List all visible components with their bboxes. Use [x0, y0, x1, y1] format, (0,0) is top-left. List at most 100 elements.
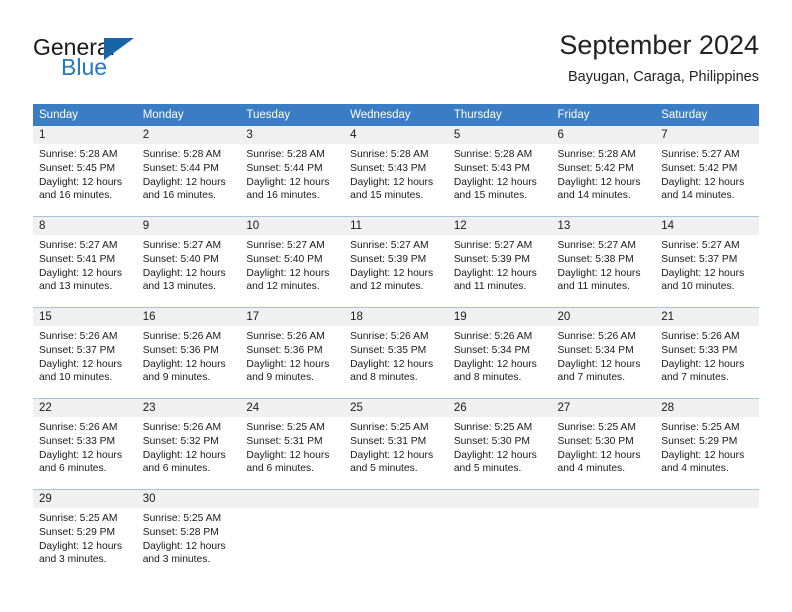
- calendar-day-cell[interactable]: 15 Sunrise: 5:26 AM Sunset: 5:37 PM Dayligh…: [33, 307, 137, 392]
- day-cell-inner: 11 Sunrise: 5:27 AM Sunset: 5:39 PM Dayligh…: [344, 217, 448, 301]
- day-number: 1: [33, 126, 137, 144]
- calendar-day-cell[interactable]: 10 Sunrise: 5:27 AM Sunset: 5:40 PM Dayligh…: [240, 216, 345, 301]
- day-cell-inner: 25 Sunrise: 5:25 AM Sunset: 5:31 PM Dayligh…: [344, 399, 448, 483]
- weekday-header-saturday: Saturday: [655, 104, 759, 126]
- day-number: 18: [344, 308, 448, 326]
- sunrise-text: Sunrise: 5:28 AM: [142, 149, 222, 160]
- calendar-day-cell-empty: [655, 489, 759, 574]
- calendar-day-cell[interactable]: 4 Sunrise: 5:28 AM Sunset: 5:43 PM Daylight…: [344, 126, 448, 210]
- day-cell-inner: [447, 490, 552, 574]
- day-cell-details: Sunrise: 5:27 AM Sunset: 5:39 PM Daylight:…: [448, 235, 552, 294]
- sunrise-text: Sunrise: 5:25 AM: [39, 513, 118, 524]
- daylight-text: Daylight: 12 hours and 3 minutes.: [142, 540, 226, 566]
- day-number: 27: [551, 399, 656, 417]
- day-cell-inner: 28 Sunrise: 5:25 AM Sunset: 5:29 PM Dayligh…: [655, 399, 759, 483]
- sunset-text: Sunset: 5:37 PM: [661, 253, 738, 265]
- day-cell-inner: 13 Sunrise: 5:27 AM Sunset: 5:38 PM Dayligh…: [551, 217, 656, 301]
- weekday-header-friday: Friday: [551, 104, 656, 126]
- day-cell-inner: 22 Sunrise: 5:26 AM Sunset: 5:33 PM Dayligh…: [33, 399, 137, 483]
- weekday-header-sunday: Sunday: [33, 104, 137, 126]
- day-number: 16: [136, 308, 241, 326]
- daylight-text: Daylight: 12 hours and 11 minutes.: [557, 267, 641, 293]
- day-cell-details: Sunrise: 5:25 AM Sunset: 5:29 PM Daylight:…: [33, 508, 137, 567]
- day-number: 25: [344, 399, 448, 417]
- calendar-day-cell[interactable]: 23 Sunrise: 5:26 AM Sunset: 5:32 PM Dayligh…: [136, 398, 241, 483]
- day-cell-inner: 8 Sunrise: 5:27 AM Sunset: 5:41 PM Daylight…: [33, 217, 137, 301]
- sunset-text: Sunset: 5:44 PM: [142, 162, 219, 174]
- day-cell-inner: 26 Sunrise: 5:25 AM Sunset: 5:30 PM Dayligh…: [447, 399, 552, 483]
- daylight-text: Daylight: 12 hours and 13 minutes.: [39, 267, 122, 293]
- calendar-day-cell[interactable]: 22 Sunrise: 5:26 AM Sunset: 5:33 PM Dayligh…: [33, 398, 137, 483]
- calendar-week-row: 29 Sunrise: 5:25 AM Sunset: 5:29 PM Dayligh…: [33, 489, 759, 574]
- sunrise-text: Sunrise: 5:27 AM: [246, 240, 325, 251]
- calendar-day-cell[interactable]: 29 Sunrise: 5:25 AM Sunset: 5:29 PM Dayligh…: [33, 489, 137, 574]
- day-cell-inner: [551, 490, 656, 574]
- page-title: September 2024: [559, 30, 759, 60]
- calendar-day-cell[interactable]: 28 Sunrise: 5:25 AM Sunset: 5:29 PM Dayligh…: [655, 398, 759, 483]
- day-cell-details: Sunrise: 5:27 AM Sunset: 5:39 PM Daylight:…: [344, 235, 448, 294]
- day-cell-inner: 20 Sunrise: 5:26 AM Sunset: 5:34 PM Dayligh…: [551, 308, 656, 392]
- sunset-text: Sunset: 5:36 PM: [246, 344, 323, 356]
- day-cell-details: Sunrise: 5:26 AM Sunset: 5:35 PM Daylight:…: [344, 326, 448, 385]
- calendar-day-cell[interactable]: 11 Sunrise: 5:27 AM Sunset: 5:39 PM Dayligh…: [344, 216, 448, 301]
- calendar-day-cell[interactable]: 9 Sunrise: 5:27 AM Sunset: 5:40 PM Daylight…: [136, 216, 241, 301]
- sunset-text: Sunset: 5:35 PM: [350, 344, 427, 356]
- calendar-day-cell[interactable]: 21 Sunrise: 5:26 AM Sunset: 5:33 PM Dayligh…: [655, 307, 759, 392]
- title-block: September 2024 Bayugan, Caraga, Philippi…: [559, 28, 759, 87]
- calendar-day-cell[interactable]: 6 Sunrise: 5:28 AM Sunset: 5:42 PM Daylight…: [551, 126, 656, 210]
- calendar-day-cell[interactable]: 14 Sunrise: 5:27 AM Sunset: 5:37 PM Dayligh…: [655, 216, 759, 301]
- day-number: 26: [447, 399, 552, 417]
- day-cell-details: Sunrise: 5:26 AM Sunset: 5:37 PM Daylight:…: [33, 326, 137, 385]
- day-cell-inner: 4 Sunrise: 5:28 AM Sunset: 5:43 PM Daylight…: [344, 126, 448, 210]
- calendar-day-cell[interactable]: 7 Sunrise: 5:27 AM Sunset: 5:42 PM Daylight…: [655, 126, 759, 210]
- calendar-day-cell[interactable]: 3 Sunrise: 5:28 AM Sunset: 5:44 PM Daylight…: [240, 126, 345, 210]
- calendar-day-cell[interactable]: 5 Sunrise: 5:28 AM Sunset: 5:43 PM Daylight…: [447, 126, 552, 210]
- calendar-day-cell[interactable]: 17 Sunrise: 5:26 AM Sunset: 5:36 PM Dayligh…: [240, 307, 345, 392]
- daylight-text: Daylight: 12 hours and 8 minutes.: [453, 358, 537, 384]
- sunrise-text: Sunrise: 5:26 AM: [246, 331, 325, 342]
- calendar-day-cell[interactable]: 2 Sunrise: 5:28 AM Sunset: 5:44 PM Daylight…: [136, 126, 241, 210]
- day-number: 11: [344, 217, 448, 235]
- daylight-text: Daylight: 12 hours and 11 minutes.: [453, 267, 537, 293]
- general-blue-logo[interactable]: General Blue: [33, 34, 253, 90]
- day-cell-inner: 9 Sunrise: 5:27 AM Sunset: 5:40 PM Daylight…: [136, 217, 241, 301]
- sunrise-text: Sunrise: 5:27 AM: [557, 240, 636, 251]
- day-cell-details: Sunrise: 5:28 AM Sunset: 5:44 PM Daylight:…: [240, 144, 344, 203]
- calendar-day-cell[interactable]: 24 Sunrise: 5:25 AM Sunset: 5:31 PM Dayligh…: [240, 398, 345, 483]
- day-number: 13: [551, 217, 656, 235]
- day-cell-details: Sunrise: 5:28 AM Sunset: 5:43 PM Daylight:…: [344, 144, 448, 203]
- sunset-text: Sunset: 5:34 PM: [557, 344, 634, 356]
- calendar-day-cell[interactable]: 12 Sunrise: 5:27 AM Sunset: 5:39 PM Dayligh…: [447, 216, 552, 301]
- day-cell-details: Sunrise: 5:26 AM Sunset: 5:33 PM Daylight:…: [33, 417, 137, 476]
- day-number: [344, 490, 448, 508]
- calendar-day-cell[interactable]: 20 Sunrise: 5:26 AM Sunset: 5:34 PM Dayligh…: [551, 307, 656, 392]
- daylight-text: Daylight: 12 hours and 4 minutes.: [557, 449, 641, 475]
- daylight-text: Daylight: 12 hours and 6 minutes.: [142, 449, 226, 475]
- day-cell-details: Sunrise: 5:25 AM Sunset: 5:28 PM Daylight:…: [137, 508, 241, 567]
- calendar-day-cell[interactable]: 26 Sunrise: 5:25 AM Sunset: 5:30 PM Dayligh…: [447, 398, 552, 483]
- sunrise-text: Sunrise: 5:28 AM: [350, 149, 429, 160]
- calendar-day-cell[interactable]: 13 Sunrise: 5:27 AM Sunset: 5:38 PM Dayligh…: [551, 216, 656, 301]
- calendar-day-cell[interactable]: 1 Sunrise: 5:28 AM Sunset: 5:45 PM Daylight…: [33, 126, 137, 210]
- day-cell-details: Sunrise: 5:25 AM Sunset: 5:30 PM Daylight:…: [448, 417, 552, 476]
- calendar-day-cell[interactable]: 18 Sunrise: 5:26 AM Sunset: 5:35 PM Dayligh…: [344, 307, 448, 392]
- daylight-text: Daylight: 12 hours and 10 minutes.: [39, 358, 122, 384]
- day-cell-details: Sunrise: 5:26 AM Sunset: 5:36 PM Daylight:…: [137, 326, 241, 385]
- daylight-text: Daylight: 12 hours and 16 minutes.: [142, 176, 226, 202]
- calendar-day-cell[interactable]: 16 Sunrise: 5:26 AM Sunset: 5:36 PM Dayligh…: [136, 307, 241, 392]
- calendar-day-cell[interactable]: 30 Sunrise: 5:25 AM Sunset: 5:28 PM Dayligh…: [136, 489, 241, 574]
- day-cell-inner: 6 Sunrise: 5:28 AM Sunset: 5:42 PM Daylight…: [551, 126, 656, 210]
- daylight-text: Daylight: 12 hours and 9 minutes.: [142, 358, 226, 384]
- day-number: 12: [447, 217, 552, 235]
- weekday-header-wednesday: Wednesday: [344, 104, 448, 126]
- day-cell-inner: 2 Sunrise: 5:28 AM Sunset: 5:44 PM Daylight…: [136, 126, 241, 210]
- calendar-day-cell[interactable]: 25 Sunrise: 5:25 AM Sunset: 5:31 PM Dayligh…: [344, 398, 448, 483]
- sunset-text: Sunset: 5:43 PM: [350, 162, 427, 174]
- calendar-week-row: 1 Sunrise: 5:28 AM Sunset: 5:45 PM Daylight…: [33, 126, 759, 210]
- calendar-day-cell[interactable]: 8 Sunrise: 5:27 AM Sunset: 5:41 PM Daylight…: [33, 216, 137, 301]
- calendar-day-cell[interactable]: 27 Sunrise: 5:25 AM Sunset: 5:30 PM Dayligh…: [551, 398, 656, 483]
- calendar-day-cell[interactable]: 19 Sunrise: 5:26 AM Sunset: 5:34 PM Dayligh…: [447, 307, 552, 392]
- day-cell-inner: 23 Sunrise: 5:26 AM Sunset: 5:32 PM Dayligh…: [136, 399, 241, 483]
- day-cell-inner: 10 Sunrise: 5:27 AM Sunset: 5:40 PM Dayligh…: [240, 217, 345, 301]
- sunrise-text: Sunrise: 5:26 AM: [453, 331, 533, 342]
